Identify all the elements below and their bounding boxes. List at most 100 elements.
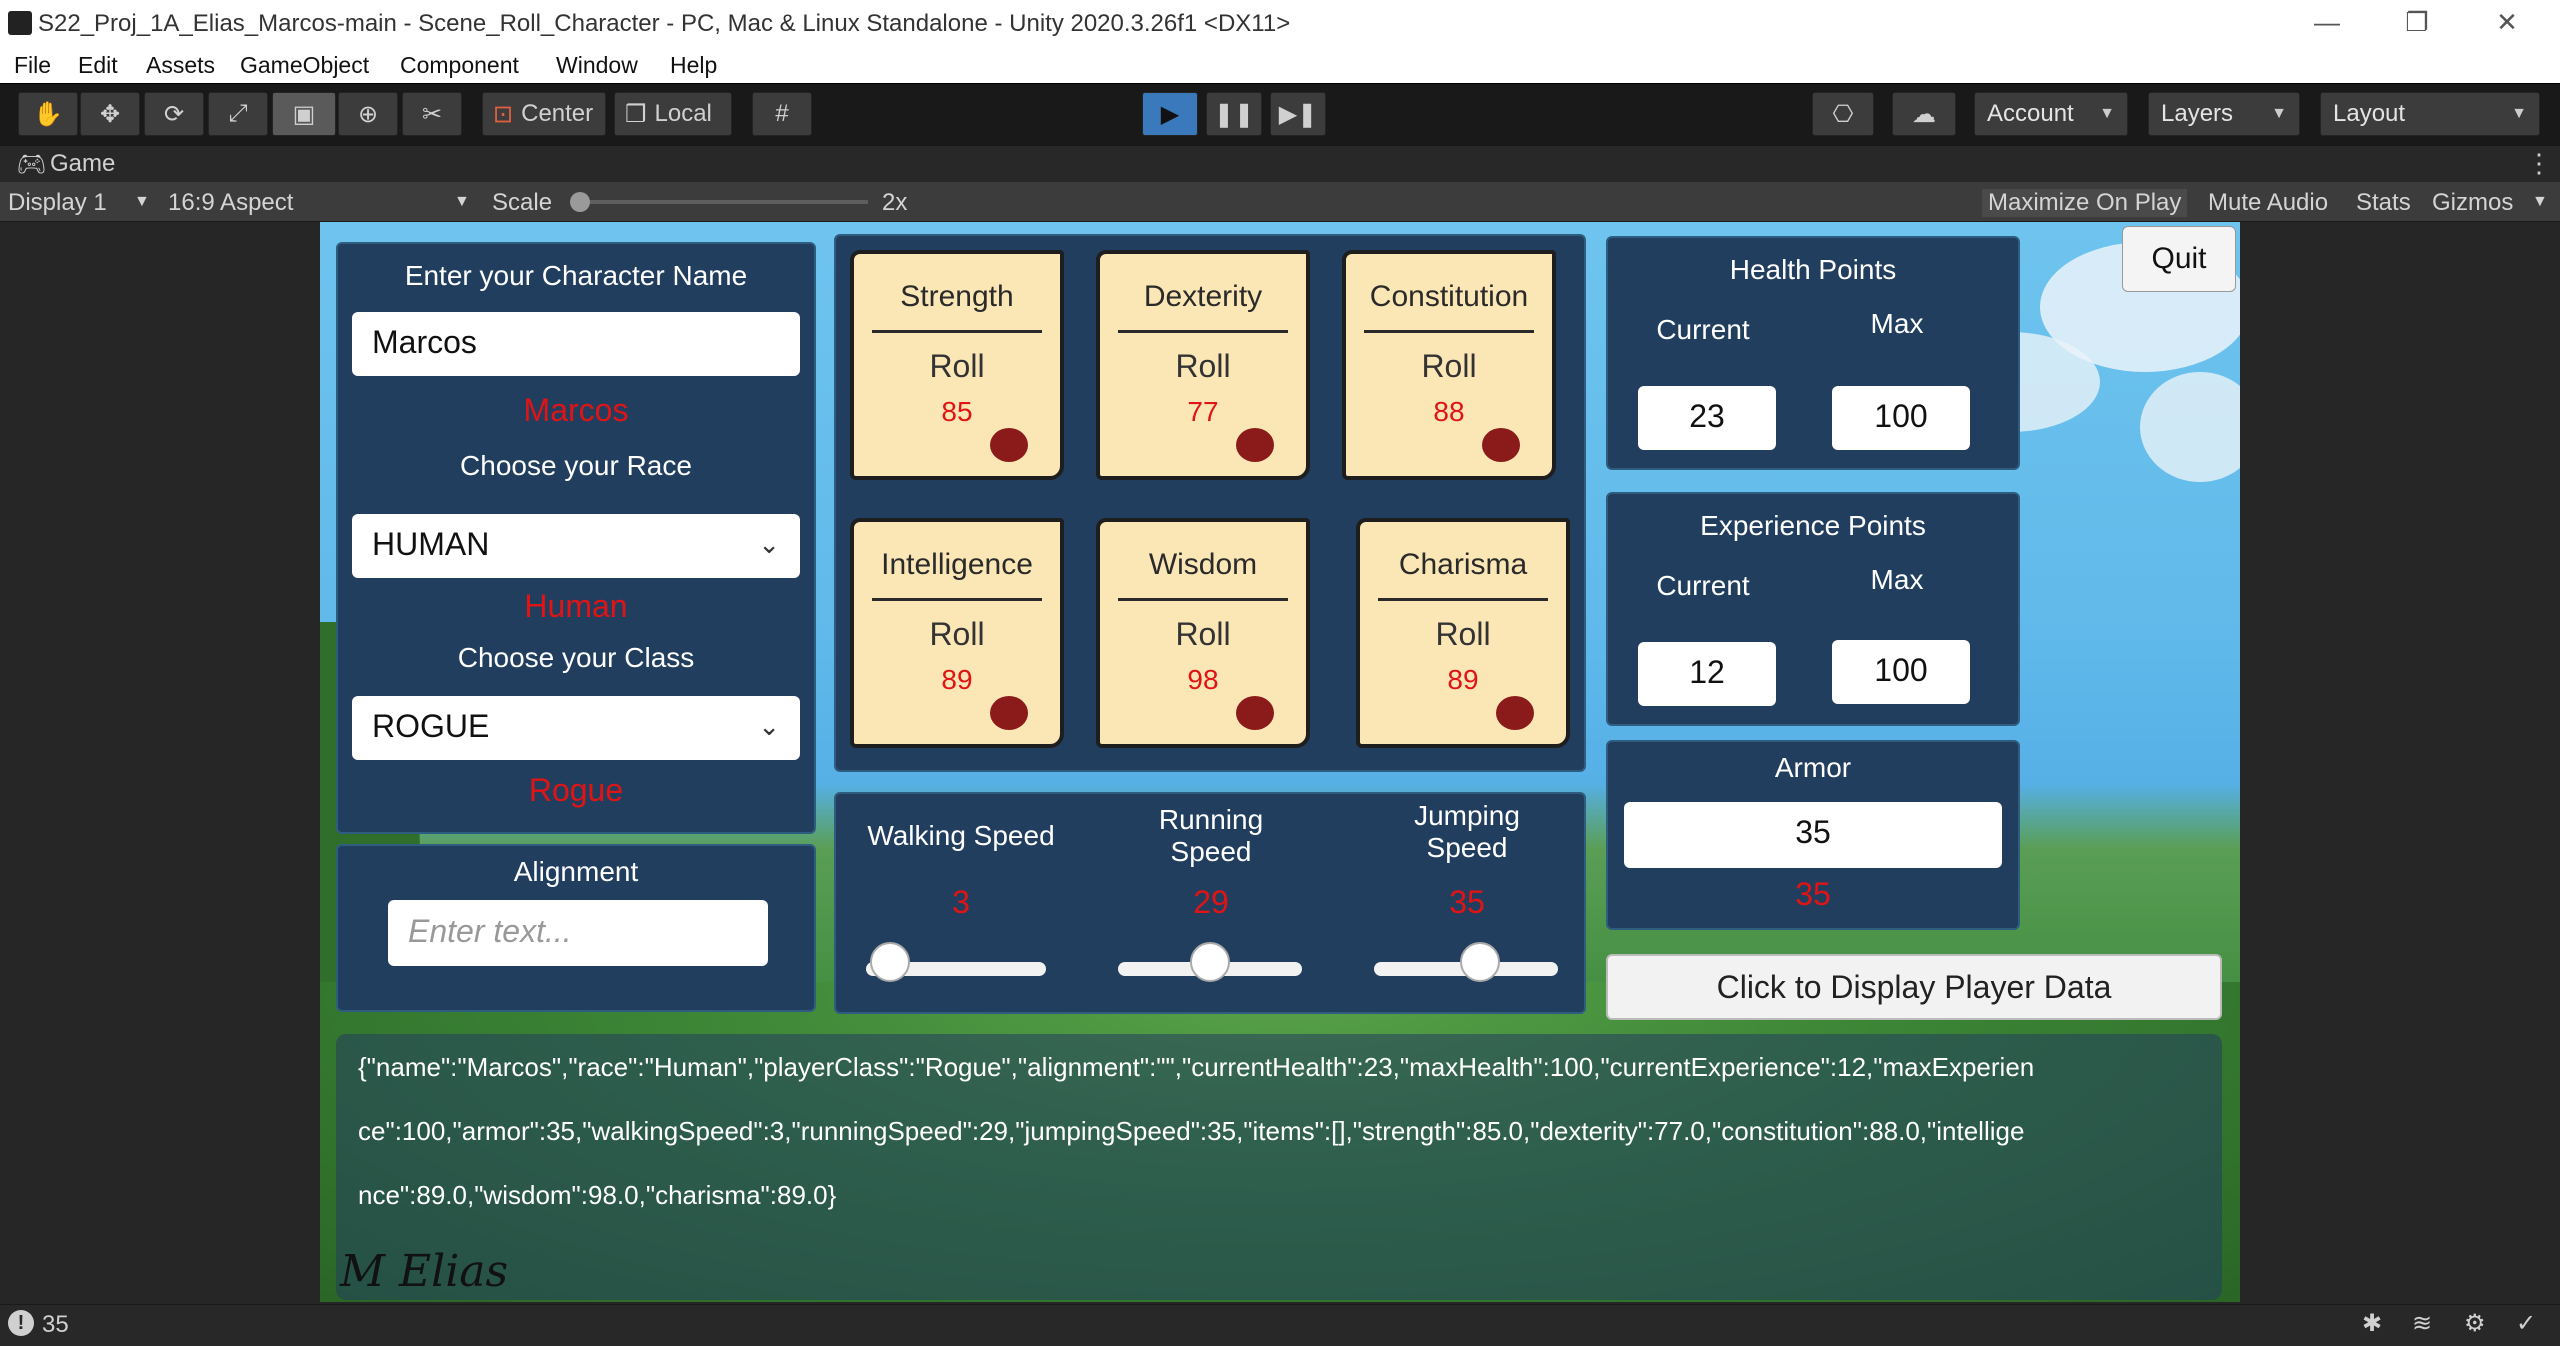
layout-label: Layout — [2333, 100, 2406, 127]
running-speed-value: 29 — [1193, 884, 1229, 920]
play-icon: ▶ — [1160, 100, 1180, 128]
character-name-input[interactable]: Marcos — [352, 312, 800, 376]
transform-tool-icon[interactable]: ⊕ — [338, 92, 398, 136]
settings-icon[interactable]: ⚙ — [2464, 1309, 2486, 1338]
bug-icon[interactable]: ✱ — [2362, 1309, 2382, 1338]
speeds-panel: Walking Speed Running Speed Jumping Spee… — [834, 792, 1586, 1014]
close-button[interactable]: ✕ — [2462, 0, 2552, 48]
wax-seal-icon — [1482, 428, 1520, 462]
rotate-tool-icon[interactable]: ⟳ — [144, 92, 204, 136]
player-data-output: {"name":"Marcos","race":"Human","playerC… — [336, 1034, 2222, 1300]
game-canvas: Enter your Character Name Marcos Marcos … — [320, 222, 2240, 1302]
roll-button[interactable]: Roll — [1360, 616, 1566, 653]
display-dropdown[interactable]: Display 1 — [8, 189, 107, 217]
health-current-input[interactable]: 23 — [1638, 386, 1776, 450]
chevron-down-icon: ⌄ — [758, 529, 780, 559]
tab-game[interactable]: Game — [50, 150, 115, 178]
menu-assets[interactable]: Assets — [146, 52, 215, 79]
display-player-data-button[interactable]: Click to Display Player Data — [1606, 954, 2222, 1020]
menu-help[interactable]: Help — [670, 52, 717, 79]
layout-dropdown[interactable]: Layout ▼ — [2320, 92, 2540, 136]
cache-icon[interactable]: ≋ — [2412, 1309, 2432, 1338]
status-bar: ! 35 ✱ ≋ ⚙ ✓ — [0, 1304, 2560, 1346]
maximize-on-play-toggle[interactable]: Maximize On Play — [1982, 189, 2188, 217]
health-max-input[interactable]: 100 — [1832, 386, 1970, 450]
collab-icon[interactable]: ⎔ — [1812, 92, 1874, 136]
quit-button[interactable]: Quit — [2122, 226, 2236, 292]
jumping-speed-slider[interactable] — [1374, 942, 1558, 982]
aspect-dropdown[interactable]: 16:9 Aspect — [168, 189, 293, 217]
alignment-input[interactable]: Enter text... — [388, 900, 768, 966]
experience-current-input[interactable]: 12 — [1638, 642, 1776, 706]
check-icon[interactable]: ✓ — [2516, 1309, 2536, 1338]
stat-name: Strength — [900, 280, 1014, 313]
chevron-down-icon: ▼ — [2099, 105, 2115, 122]
roll-button[interactable]: Roll — [854, 616, 1060, 653]
pivot-local-button[interactable]: ❒ Local — [614, 92, 732, 136]
walking-speed-value: 3 — [952, 884, 970, 920]
walking-speed-slider[interactable] — [866, 942, 1046, 982]
player-data-line-1: {"name":"Marcos","race":"Human","playerC… — [358, 1052, 2035, 1082]
menu-file[interactable]: File — [14, 52, 51, 79]
running-speed-slider[interactable] — [1118, 942, 1302, 982]
cloud-icon[interactable]: ☁ — [1892, 92, 1956, 136]
roll-button[interactable]: Roll — [1100, 616, 1306, 653]
step-icon: ▶❚ — [1278, 100, 1318, 128]
walking-speed-handle[interactable] — [870, 942, 911, 982]
custom-tool-icon[interactable]: ✂ — [402, 92, 462, 136]
armor-input[interactable]: 35 — [1624, 802, 2002, 868]
stat-card-constitution: Constitution Roll 88 — [1342, 250, 1556, 480]
rect-tool-icon[interactable]: ▣ — [272, 92, 336, 136]
move-tool-icon[interactable]: ✥ — [80, 92, 140, 136]
pivot-local-label: Local — [654, 100, 712, 127]
armor-panel: Armor 35 35 — [1606, 740, 2020, 930]
menu-window[interactable]: Window — [556, 52, 638, 79]
pause-icon: ❚❚ — [1213, 100, 1255, 128]
running-speed-label: Running Speed — [1096, 804, 1326, 868]
roll-button[interactable]: Roll — [1346, 348, 1552, 385]
running-speed-handle[interactable] — [1190, 942, 1230, 982]
race-echo: Human — [524, 588, 628, 624]
running-speed-label-line2: Speed — [1170, 836, 1252, 867]
account-dropdown[interactable]: Account ▼ — [1974, 92, 2128, 136]
more-options-icon[interactable]: ⋮ — [2526, 148, 2552, 179]
stat-card-wisdom: Wisdom Roll 98 — [1096, 518, 1310, 748]
race-heading: Choose your Race — [460, 450, 692, 481]
main-toolbar: ✋ ✥ ⟳ ⤢ ▣ ⊕ ✂ ⊡ Center ❒ Local # ▶ ❚❚ ▶❚ ⎔… — [0, 83, 2560, 146]
roll-button[interactable]: Roll — [1100, 348, 1306, 385]
grid-snap-icon[interactable]: # — [752, 92, 812, 136]
jumping-speed-handle[interactable] — [1460, 942, 1501, 982]
info-icon: ! — [8, 1310, 34, 1336]
restore-button[interactable]: ❐ — [2372, 0, 2462, 48]
stat-name: Dexterity — [1143, 280, 1263, 313]
roll-button[interactable]: Roll — [854, 348, 1060, 385]
wax-seal-icon — [1236, 428, 1274, 462]
step-button[interactable]: ▶❚ — [1270, 92, 1326, 136]
menu-gameobject[interactable]: GameObject — [240, 52, 369, 79]
stat-card-dexterity: Dexterity Roll 77 — [1096, 250, 1310, 480]
menu-edit[interactable]: Edit — [78, 52, 118, 79]
minimize-button[interactable]: — — [2282, 0, 2372, 48]
account-label: Account — [1987, 100, 2074, 127]
play-button[interactable]: ▶ — [1142, 92, 1198, 136]
scale-slider-track[interactable] — [578, 200, 868, 204]
experience-heading: Experience Points — [1700, 510, 1926, 541]
layers-dropdown[interactable]: Layers ▼ — [2148, 92, 2300, 136]
scale-tool-icon[interactable]: ⤢ — [208, 92, 268, 136]
menu-component[interactable]: Component — [400, 52, 519, 79]
pause-button[interactable]: ❚❚ — [1206, 92, 1262, 136]
race-dropdown[interactable]: HUMAN ⌄ — [352, 514, 800, 578]
running-speed-label-line1: Running — [1158, 804, 1264, 835]
experience-max-input[interactable]: 100 — [1832, 640, 1970, 704]
alignment-placeholder: Enter text... — [408, 913, 572, 949]
hand-tool-icon[interactable]: ✋ — [18, 92, 78, 136]
stats-toggle[interactable]: Stats — [2356, 189, 2411, 217]
cloud — [2140, 372, 2240, 482]
gizmos-toggle[interactable]: Gizmos — [2432, 189, 2513, 217]
window-title: S22_Proj_1A_Elias_Marcos-main - Scene_Ro… — [38, 10, 1291, 37]
pivot-center-button[interactable]: ⊡ Center — [482, 92, 606, 136]
console-count[interactable]: 35 — [42, 1311, 69, 1339]
mute-audio-toggle[interactable]: Mute Audio — [2208, 189, 2328, 217]
scale-slider-handle[interactable] — [570, 192, 590, 212]
class-dropdown[interactable]: ROGUE ⌄ — [352, 696, 800, 760]
